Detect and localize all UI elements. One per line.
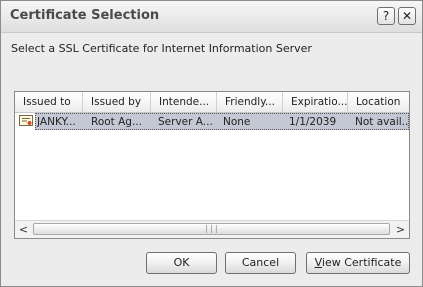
cell-issued-by: Root Ag... (91, 116, 142, 128)
view-certificate-accesskey: V (314, 256, 322, 269)
certificate-list[interactable]: Issued to Issued by Intende... Friendly.… (14, 91, 410, 239)
ok-button[interactable]: OK (146, 252, 217, 274)
horizontal-scrollbar[interactable]: < ||| > (15, 220, 409, 238)
column-header-expiration-date[interactable]: Expiratio... (283, 92, 348, 112)
column-header-friendly-name[interactable]: Friendly... (217, 92, 283, 112)
help-button[interactable]: ? (377, 7, 395, 25)
dialog-title: Certificate Selection (10, 8, 160, 23)
cell-issued-to: JANKY... (37, 116, 76, 128)
cell-friendly-name: None (223, 116, 251, 128)
column-header-issued-by[interactable]: Issued by (83, 92, 151, 112)
scroll-left-icon[interactable]: < (15, 221, 32, 238)
certificate-selection-dialog: Certificate Selection ? ✕ Select a SSL C… (0, 0, 423, 287)
certificate-icon (19, 115, 33, 126)
column-header-location[interactable]: Location (348, 92, 409, 112)
cancel-button[interactable]: Cancel (225, 252, 296, 274)
scroll-right-icon[interactable]: > (392, 221, 409, 238)
view-certificate-button[interactable]: View Certificate (306, 252, 410, 274)
instruction-text: Select a SSL Certificate for Internet In… (11, 42, 312, 55)
close-button[interactable]: ✕ (398, 7, 416, 25)
column-header-intended-purpose[interactable]: Intende... (151, 92, 217, 112)
title-bar[interactable]: Certificate Selection ? ✕ (1, 1, 422, 33)
column-header-issued-to[interactable]: Issued to (15, 92, 83, 112)
view-certificate-label: iew Certificate (321, 256, 402, 269)
list-header: Issued to Issued by Intende... Friendly.… (15, 92, 409, 113)
dialog-content: Select a SSL Certificate for Internet In… (1, 33, 422, 286)
scrollbar-thumb[interactable]: ||| (33, 223, 390, 235)
cell-expiration-date: 1/1/2039 (289, 116, 337, 128)
cell-location: Not avail... (355, 116, 409, 128)
cell-intended-purpose: Server A... (158, 116, 213, 128)
scrollbar-grip-icon: ||| (204, 224, 219, 233)
